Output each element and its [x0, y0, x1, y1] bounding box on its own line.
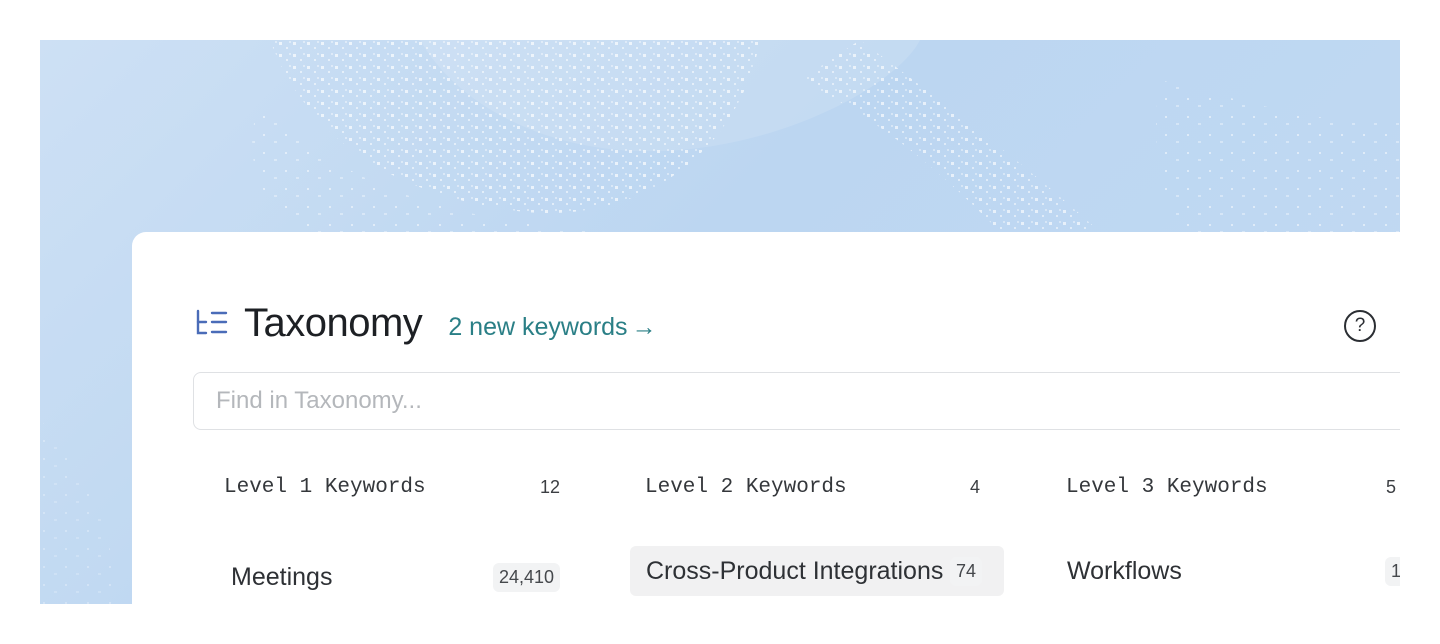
page-title: Taxonomy	[244, 300, 423, 345]
column-header-level3: Level 3 Keywords 5	[1066, 475, 1396, 499]
taxonomy-tree-icon	[194, 307, 230, 339]
column-header-level1: Level 1 Keywords 12	[224, 475, 560, 499]
keyword-count-badge: 74	[950, 556, 983, 586]
keyword-count-badge: 1	[1385, 556, 1400, 586]
keyword-item-level1[interactable]: Meetings 24,410	[231, 552, 571, 602]
arrow-right-icon: →	[631, 312, 657, 341]
column-count: 4	[970, 476, 981, 497]
panel-header: Taxonomy 2 new keywords →	[194, 298, 657, 348]
keyword-name: Cross-Product Integrations	[646, 556, 944, 585]
taxonomy-panel: Taxonomy 2 new keywords→ ? Level 1 Keywo…	[132, 232, 1400, 604]
keyword-name: Workflows	[1067, 556, 1182, 585]
keyword-count-badge: 24,410	[493, 562, 561, 592]
column-header-level2: Level 2 Keywords 4	[645, 475, 980, 499]
new-keywords-link[interactable]: 2 new keywords →	[448, 313, 656, 342]
keyword-item-level2[interactable]: Cross-Product Integrations 74	[630, 546, 1004, 596]
column-count: 5	[1386, 476, 1397, 497]
column-label: Level 1 Keywords	[224, 475, 426, 499]
keyword-name: Meetings	[231, 562, 333, 591]
app-viewport: Taxonomy 2 new keywords→ ? Level 1 Keywo…	[40, 40, 1400, 604]
help-circle-icon: ?	[1354, 315, 1366, 336]
column-label: Level 3 Keywords	[1066, 475, 1268, 499]
column-count: 12	[540, 476, 561, 497]
help-button[interactable]: ?	[1344, 310, 1376, 342]
keyword-item-level3[interactable]: Workflows 1	[1067, 546, 1400, 596]
search-input[interactable]	[193, 372, 1400, 430]
new-keywords-label: 2 new keywords	[448, 312, 628, 341]
column-label: Level 2 Keywords	[645, 475, 847, 499]
